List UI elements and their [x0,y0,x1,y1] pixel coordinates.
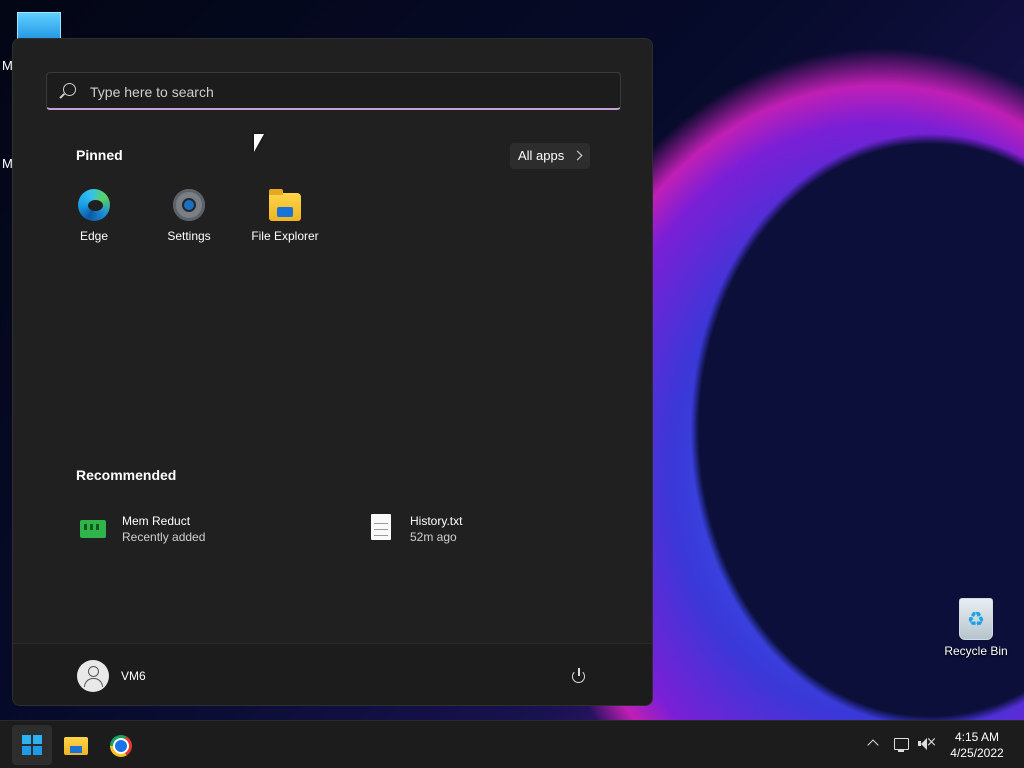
recommended-item-name: History.txt [410,514,463,528]
recommended-title: Recommended [76,467,177,483]
recommended-item-subtitle: 52m ago [410,530,457,544]
start-menu: Type here to search Pinned All apps Edge… [12,38,653,706]
pinned-app-edge[interactable]: Edge [49,189,139,243]
network-icon[interactable] [894,738,909,752]
taskbar: 4:15 AM 4/25/2022 [0,720,1024,768]
pinned-title: Pinned [76,147,123,163]
start-menu-footer: VM6 [13,643,652,705]
folder-icon [269,189,301,221]
settings-gear-icon [170,186,208,224]
search-icon [63,83,76,96]
pinned-app-label: Edge [79,229,109,243]
recycle-bin[interactable]: Recycle Bin [940,598,1012,658]
user-avatar-icon[interactable] [77,660,109,692]
volume-muted-icon[interactable] [918,735,937,751]
recycle-bin-label: Recycle Bin [944,644,1008,658]
clock-date: 4/25/2022 [950,746,1004,760]
start-button[interactable] [12,725,52,765]
taskbar-file-explorer[interactable] [56,725,96,765]
show-hidden-icons-chevron-icon[interactable] [867,739,879,751]
recommended-item-mem-reduct[interactable]: Mem Reduct Recently added [80,514,300,548]
clock[interactable]: 4:15 AM 4/25/2022 [942,729,1012,761]
all-apps-button[interactable]: All apps [510,143,590,169]
windows-logo-icon [22,735,42,755]
recommended-item-name: Mem Reduct [122,514,191,528]
recommended-item-subtitle: Recently added [122,530,206,544]
edge-icon [78,189,110,221]
power-icon[interactable] [571,668,587,684]
mouse-cursor-icon [254,134,264,152]
pinned-app-label: Settings [167,229,211,243]
pinned-app-settings[interactable]: Settings [144,186,234,243]
clock-time: 4:15 AM [954,730,1000,744]
user-name[interactable]: VM6 [121,669,146,683]
text-file-icon [371,514,391,540]
search-input[interactable]: Type here to search [46,72,621,110]
pinned-app-file-explorer[interactable]: File Explorer [240,189,330,243]
recommended-item-history[interactable]: History.txt 52m ago [368,514,588,548]
search-placeholder: Type here to search [90,84,214,100]
all-apps-label: All apps [518,148,565,163]
chrome-icon [110,735,132,757]
pinned-app-label: File Explorer [251,229,319,243]
chevron-right-icon [572,150,583,161]
memory-chip-icon [80,520,106,538]
folder-icon [64,737,88,755]
taskbar-chrome[interactable] [100,725,140,765]
recycle-bin-icon [959,598,993,640]
